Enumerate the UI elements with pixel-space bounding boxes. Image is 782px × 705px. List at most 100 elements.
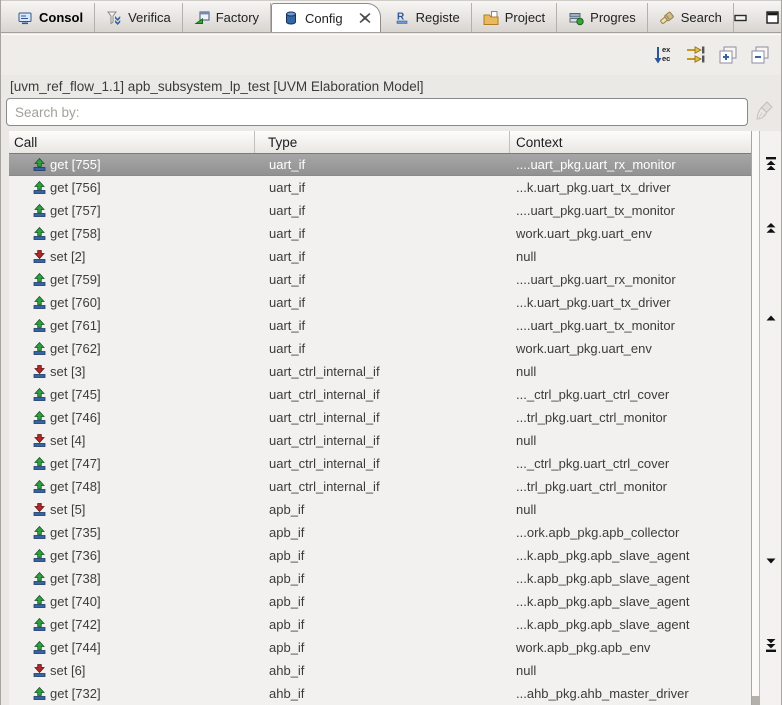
tab-factory[interactable]: Factory <box>183 3 272 32</box>
up-icon[interactable] <box>763 314 779 330</box>
model-title: [uvm_ref_flow_1.1] apb_subsystem_lp_test… <box>10 79 424 94</box>
set-icon <box>33 503 46 516</box>
search-icon <box>659 10 675 26</box>
call-label: get [758] <box>50 226 101 241</box>
table-row[interactable]: get [736] apb_if ...k.apb_pkg.apb_slave_… <box>9 544 751 567</box>
tab-config[interactable]: Config <box>271 3 381 32</box>
table-row[interactable]: get [756] uart_if ...k.uart_pkg.uart_tx_… <box>9 176 751 199</box>
table-row[interactable]: set [5] apb_if null <box>9 498 751 521</box>
project-icon <box>483 10 499 26</box>
type-cell: uart_ctrl_internal_if <box>269 479 380 494</box>
table-row[interactable]: get [758] uart_if work.uart_pkg.uart_env <box>9 222 751 245</box>
context-cell: ...trl_pkg.uart_ctrl_monitor <box>516 479 668 494</box>
tab-label: Consol <box>39 10 84 25</box>
scrollbar-thumb[interactable] <box>752 696 760 705</box>
expand-all-icon[interactable] <box>716 43 740 67</box>
call-label: get [759] <box>50 272 101 287</box>
call-label: set [3] <box>50 364 86 379</box>
call-label: set [2] <box>50 249 86 264</box>
tab-register[interactable]: R Registe <box>383 3 472 32</box>
tab-search[interactable]: Search <box>648 3 734 32</box>
set-icon <box>33 365 46 378</box>
get-icon <box>33 319 46 332</box>
table-row[interactable]: get [732] ahb_if ...ahb_pkg.ahb_master_d… <box>9 682 751 705</box>
call-label: set [6] <box>50 663 86 678</box>
get-icon <box>33 595 46 608</box>
maximize-icon[interactable] <box>766 11 780 24</box>
table-row[interactable]: set [6] ahb_if null <box>9 659 751 682</box>
collapse-all-icon[interactable] <box>748 43 772 67</box>
page-up-icon[interactable] <box>763 222 779 238</box>
register-icon: R <box>394 10 410 26</box>
context-cell: ...k.uart_pkg.uart_tx_driver <box>516 180 671 195</box>
table-row[interactable]: set [2] uart_if null <box>9 245 751 268</box>
type-cell: uart_ctrl_internal_if <box>269 387 380 402</box>
get-icon <box>33 549 46 562</box>
type-cell: apb_if <box>269 548 305 563</box>
table-row[interactable]: get [760] uart_if ...k.uart_pkg.uart_tx_… <box>9 291 751 314</box>
tab-progress[interactable]: Progres <box>557 3 648 32</box>
type-cell: uart_if <box>269 318 306 333</box>
scroll-to-top-icon[interactable] <box>763 156 779 172</box>
table-row[interactable]: get [740] apb_if ...k.apb_pkg.apb_slave_… <box>9 590 751 613</box>
search-input[interactable] <box>7 99 747 125</box>
table-row[interactable]: get [759] uart_if ....uart_pkg.uart_rx_m… <box>9 268 751 291</box>
type-cell: uart_if <box>269 341 306 356</box>
follow-pointer-icon[interactable] <box>684 43 708 67</box>
type-cell: uart_if <box>269 249 306 264</box>
type-cell: uart_ctrl_internal_if <box>269 364 380 379</box>
set-icon <box>33 664 46 677</box>
close-icon[interactable] <box>359 12 372 25</box>
tab-project[interactable]: Project <box>472 3 558 32</box>
progress-icon <box>568 10 584 26</box>
call-label: set [5] <box>50 502 86 517</box>
call-label: get [755] <box>50 157 101 172</box>
tab-verification[interactable]: Verifica <box>95 3 183 32</box>
call-label: get [742] <box>50 617 101 632</box>
context-cell: null <box>516 433 537 448</box>
column-header-context[interactable]: Context <box>510 131 751 153</box>
context-cell: ..._ctrl_pkg.uart_ctrl_cover <box>516 456 670 471</box>
down-icon[interactable] <box>763 557 779 573</box>
scroll-nav-strip <box>751 131 781 705</box>
search-box <box>6 98 748 126</box>
get-icon <box>33 227 46 240</box>
scroll-to-bottom-icon[interactable] <box>763 638 779 654</box>
sort-exec-order-icon[interactable]: ex ec <box>652 43 676 67</box>
context-cell: ...trl_pkg.uart_ctrl_monitor <box>516 410 668 425</box>
table-row[interactable]: get [757] uart_if ....uart_pkg.uart_tx_m… <box>9 199 751 222</box>
table-row[interactable]: get [735] apb_if ...ork.apb_pkg.apb_coll… <box>9 521 751 544</box>
table-row[interactable]: set [4] uart_ctrl_internal_if null <box>9 429 751 452</box>
call-label: get [744] <box>50 640 101 655</box>
table-row[interactable]: get [742] apb_if ...k.apb_pkg.apb_slave_… <box>9 613 751 636</box>
context-cell: ....uart_pkg.uart_rx_monitor <box>516 157 676 172</box>
call-label: get [757] <box>50 203 101 218</box>
table-row[interactable]: get [747] uart_ctrl_internal_if ..._ctrl… <box>9 452 751 475</box>
table-row[interactable]: set [3] uart_ctrl_internal_if null <box>9 360 751 383</box>
broom-icon[interactable] <box>753 100 779 124</box>
context-cell: ...k.uart_pkg.uart_tx_driver <box>516 295 671 310</box>
minimize-icon[interactable] <box>734 14 748 22</box>
table-row[interactable]: get [748] uart_ctrl_internal_if ...trl_p… <box>9 475 751 498</box>
table-row[interactable]: get [745] uart_ctrl_internal_if ..._ctrl… <box>9 383 751 406</box>
tab-label: Factory <box>215 10 260 25</box>
context-cell: null <box>516 364 537 379</box>
type-cell: apb_if <box>269 640 305 655</box>
type-cell: uart_ctrl_internal_if <box>269 433 380 448</box>
tab-console[interactable]: Consol <box>6 3 96 32</box>
view-toolbar: ex ec <box>1 34 781 75</box>
context-cell: ....uart_pkg.uart_tx_monitor <box>516 203 675 218</box>
table-row[interactable]: get [738] apb_if ...k.apb_pkg.apb_slave_… <box>9 567 751 590</box>
table-row[interactable]: get [761] uart_if ....uart_pkg.uart_tx_m… <box>9 314 751 337</box>
scrollbar-track[interactable] <box>751 131 760 705</box>
column-header-call[interactable]: Call <box>9 131 255 153</box>
type-cell: ahb_if <box>269 663 305 678</box>
config-view: Consol Verifica Factory Config R Registe… <box>0 0 782 705</box>
table-row[interactable]: get [762] uart_if work.uart_pkg.uart_env <box>9 337 751 360</box>
factory-icon <box>194 10 210 26</box>
table-row[interactable]: get [746] uart_ctrl_internal_if ...trl_p… <box>9 406 751 429</box>
type-cell: uart_if <box>269 226 306 241</box>
table-row[interactable]: get [755] uart_if ....uart_pkg.uart_rx_m… <box>9 153 751 176</box>
table-row[interactable]: get [744] apb_if work.apb_pkg.apb_env <box>9 636 751 659</box>
column-header-type[interactable]: Type <box>255 131 510 153</box>
